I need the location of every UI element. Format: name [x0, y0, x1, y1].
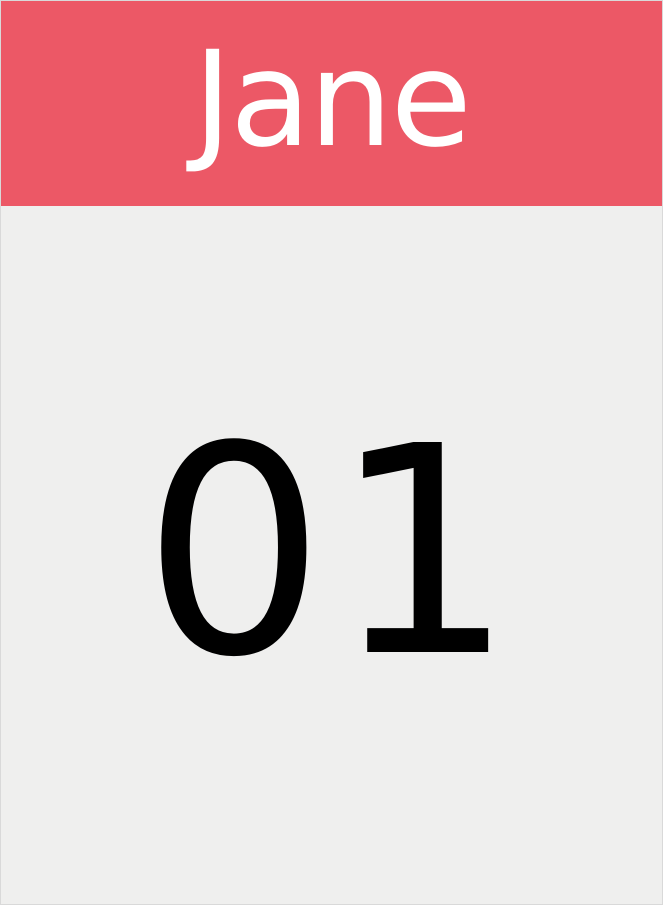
calendar-body: 01 [1, 206, 662, 904]
calendar-card: Jane 01 [0, 0, 663, 905]
day-number: 01 [142, 385, 521, 720]
month-label: Jane [193, 22, 472, 177]
calendar-header: Jane [1, 1, 662, 206]
